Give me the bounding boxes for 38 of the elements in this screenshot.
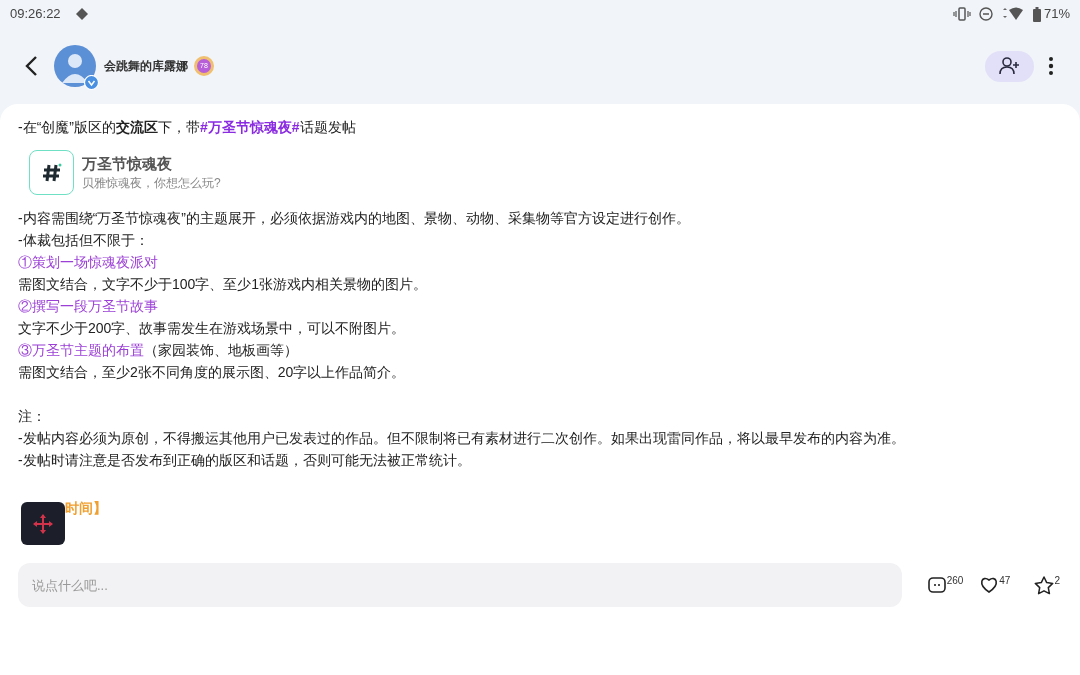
comment-icon	[927, 576, 946, 594]
star-icon	[1034, 575, 1055, 595]
status-time: 09:26:22	[10, 5, 61, 24]
more-dots-icon	[1048, 57, 1054, 75]
battery-icon	[1032, 6, 1041, 22]
paragraph: 需图文结合，至少2张不同角度的展示图、20字以上作品简介。	[18, 363, 407, 382]
battery-percentage: 71%	[1043, 5, 1070, 24]
topic-link[interactable]: #万圣节惊魂夜#	[200, 119, 300, 135]
move-arrows-icon	[32, 512, 54, 535]
favorite-button[interactable]: 2	[1034, 575, 1060, 595]
vibrate-icon	[952, 7, 971, 21]
like-button[interactable]: 47	[979, 576, 1011, 594]
add-friend-button[interactable]	[985, 50, 1034, 82]
avatar-icon	[54, 45, 96, 87]
paragraph: 文字不少于200字、故事需发生在游戏场景中，可以不附图片。	[18, 319, 407, 338]
paragraph: ③万圣节主题的布置（家园装饰、地板画等）	[18, 341, 299, 360]
section-heading: 时间】	[65, 499, 108, 518]
topic-hashtag-icon[interactable]	[29, 150, 74, 195]
paragraph: -体裁包括但不限于：	[18, 231, 150, 250]
topic-title[interactable]: 万圣节惊魂夜	[82, 153, 221, 174]
add-person-icon	[998, 57, 1021, 75]
paragraph: -发帖时请注意是否发布到正确的版区和话题，否则可能无法被正常统计。	[18, 451, 472, 470]
comment-input[interactable]: 说点什么吧...	[18, 563, 902, 607]
more-options-button[interactable]	[1046, 55, 1056, 77]
option-link[interactable]: ②撰写一段万圣节故事	[18, 295, 1080, 317]
option-link[interactable]: ③万圣节主题的布置	[18, 342, 144, 358]
do-not-disturb-icon	[978, 7, 993, 21]
heart-icon	[979, 576, 1000, 594]
paragraph: 注：	[18, 407, 47, 426]
topic-subtitle: 贝雅惊魂夜，你想怎么玩?	[82, 174, 221, 192]
paragraph: -在“创魔”版区的交流区下，带#万圣节惊魂夜#话题发帖	[18, 118, 357, 137]
paragraph: 需图文结合，文字不少于100字、至少1张游戏内相关景物的图片。	[18, 275, 429, 294]
paragraph: -发帖内容必须为原创，不得搬运其他用户已发表过的作品。但不限制将已有素材进行二次创作。如果出现雷同作品，将以最早发布的内容为准。	[18, 429, 906, 448]
option-link[interactable]: ①策划一场惊魂夜派对	[18, 251, 1080, 273]
comment-button[interactable]: 260	[927, 576, 964, 594]
paragraph: -内容需围绕“万圣节惊魂夜”的主题展开，必须依据游戏内的地图、景物、动物、采集物等官方设定进行创作。	[18, 209, 691, 228]
username[interactable]: 会跳舞的库露娜	[104, 57, 188, 75]
move-handle-button[interactable]	[21, 502, 65, 545]
